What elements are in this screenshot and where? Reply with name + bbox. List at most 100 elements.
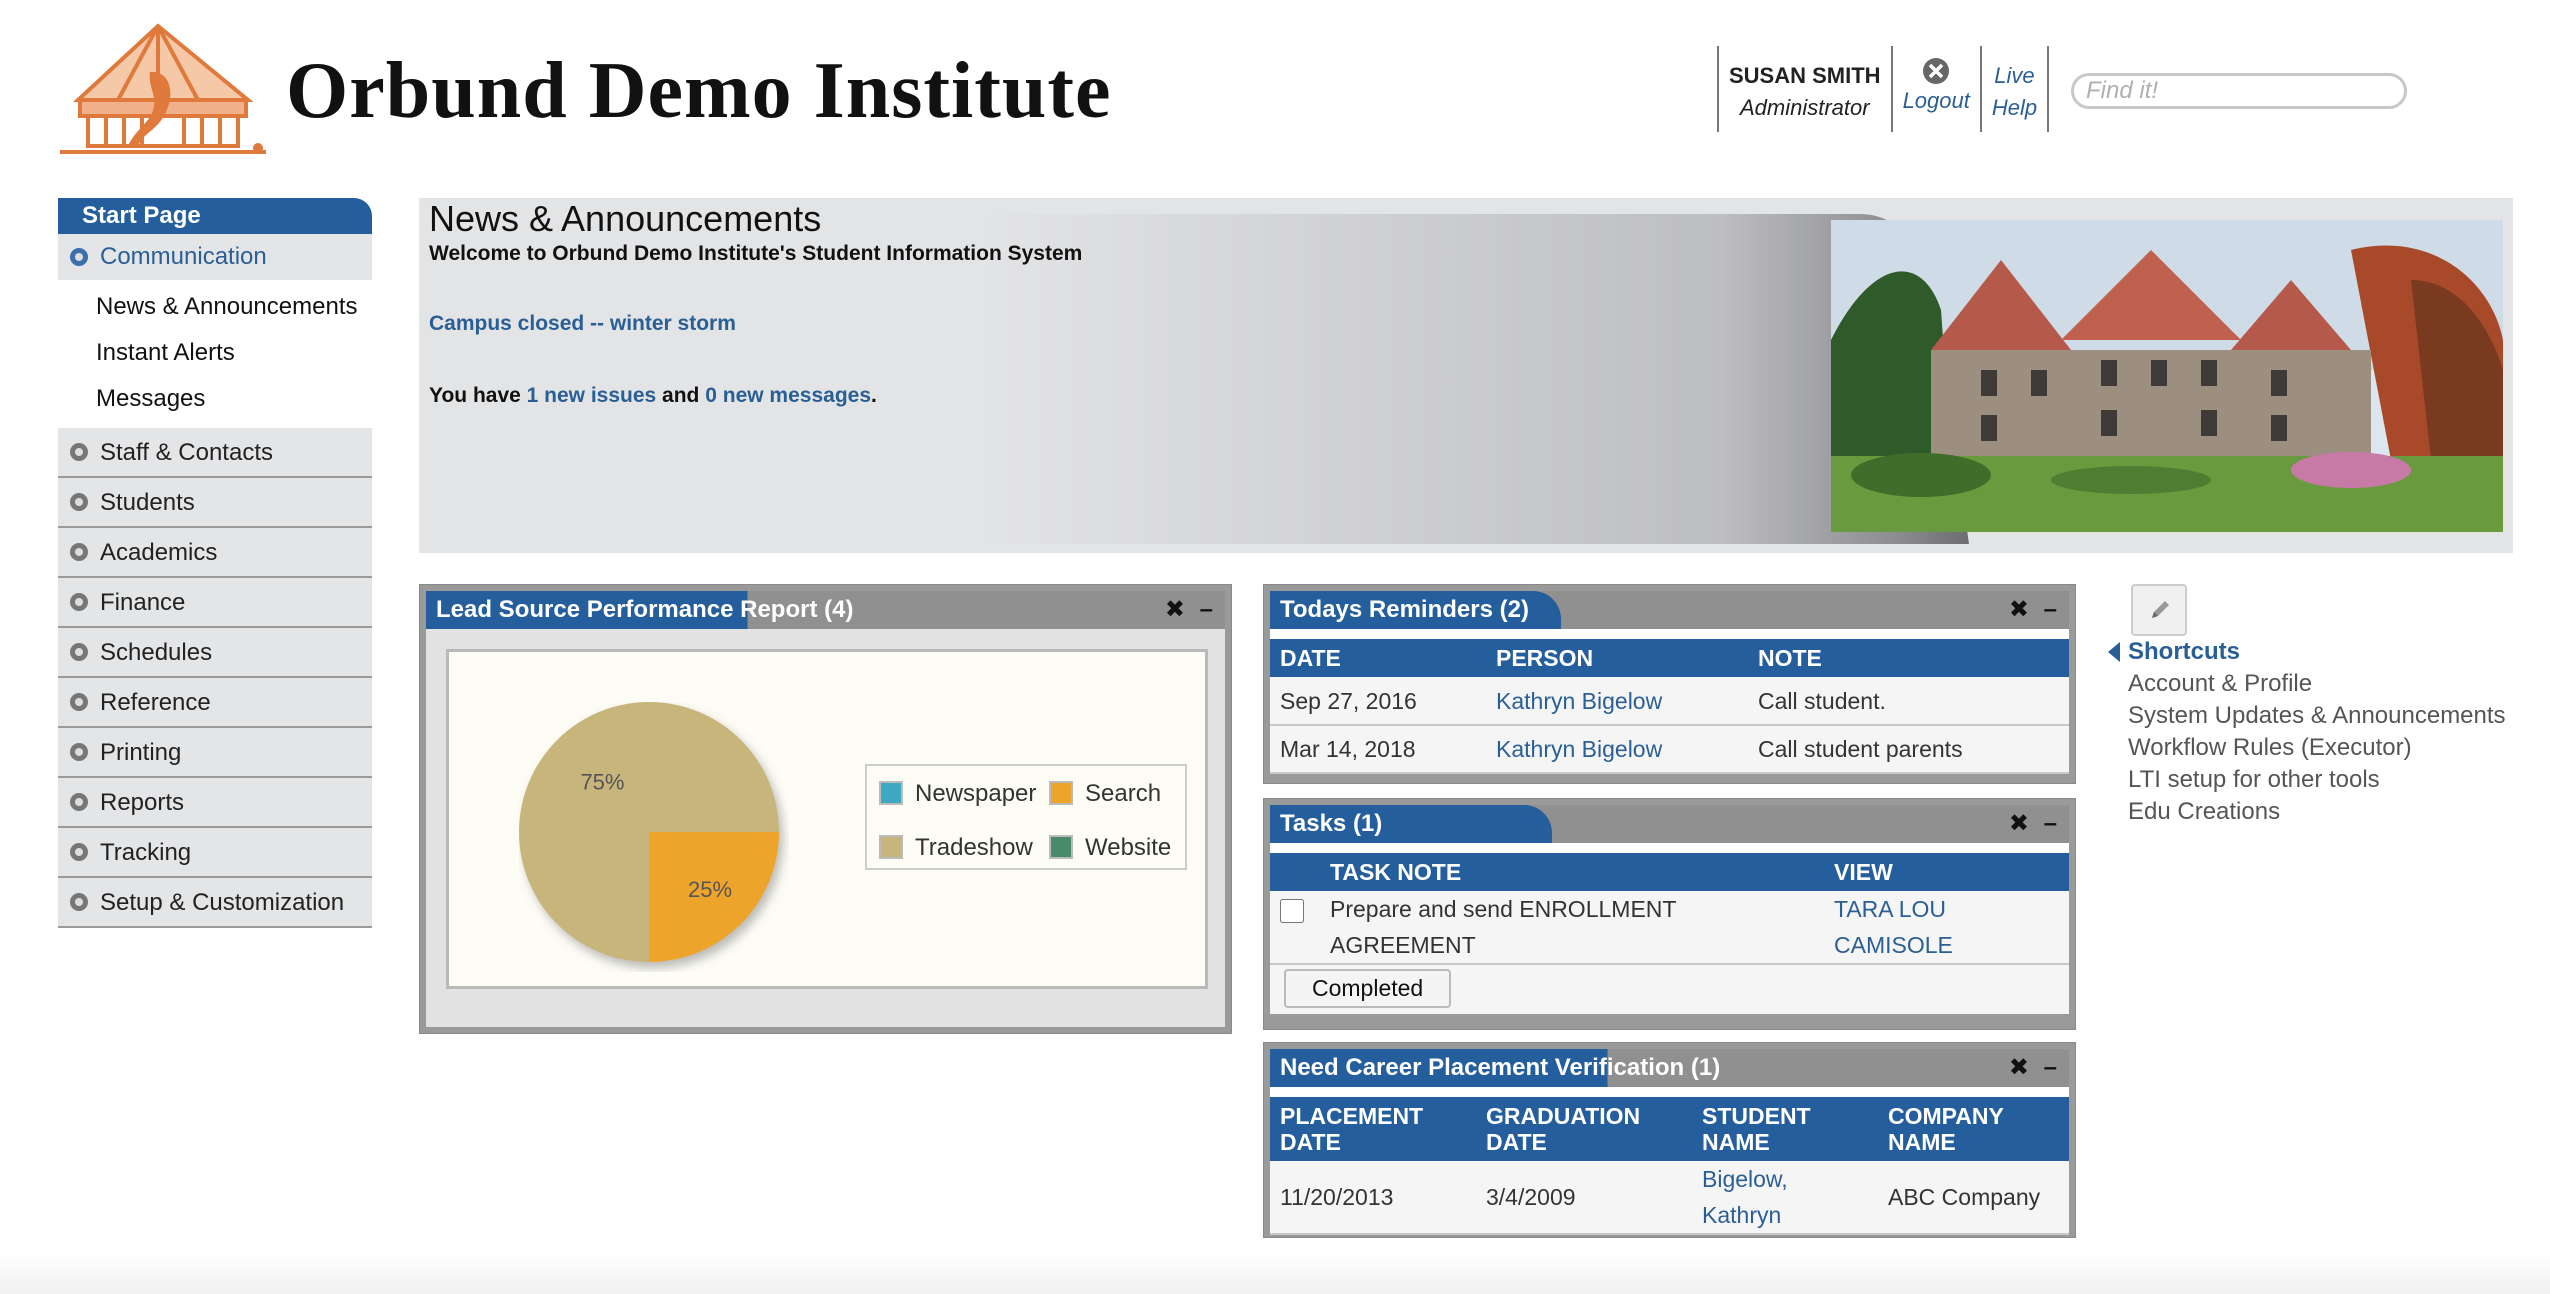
- column-header-graduation-date: GRADUATION DATE: [1476, 1097, 1692, 1161]
- close-circle-icon[interactable]: [1921, 56, 1951, 86]
- cell-note: Call student.: [1748, 677, 2069, 726]
- logout-button[interactable]: Logout: [1890, 46, 1980, 132]
- column-header-view: VIEW: [1824, 853, 2069, 891]
- nav-group-label: Printing: [100, 739, 182, 766]
- nav-group-label: Setup & Customization: [100, 889, 345, 916]
- new-messages-link[interactable]: 0 new messages: [705, 384, 871, 407]
- shortcut-workflow-rules[interactable]: Workflow Rules (Executor): [2108, 732, 2506, 764]
- table-header-row: PLACEMENT DATE GRADUATION DATE STUDENT N…: [1270, 1097, 2069, 1161]
- cell-view-link[interactable]: TARA LOU CAMISOLE: [1824, 891, 2069, 965]
- nav-group-staff[interactable]: Staff & Contacts: [58, 428, 372, 478]
- nav-group-setup[interactable]: Setup & Customization: [58, 878, 372, 928]
- bullet-icon: [70, 843, 88, 861]
- widget-body: TASK NOTE VIEW Prepare and send ENROLLME…: [1270, 843, 2069, 1014]
- nav-group-tracking[interactable]: Tracking: [58, 828, 372, 878]
- column-header-task-note: TASK NOTE: [1314, 853, 1824, 891]
- nav-group-schedules[interactable]: Schedules: [58, 628, 372, 678]
- legend-label: Search: [1085, 780, 1162, 807]
- widget-header: Tasks (1) ✖ –: [1270, 805, 2069, 843]
- bullet-icon: [70, 693, 88, 711]
- minimize-icon[interactable]: –: [1200, 598, 1213, 622]
- nav-group-label: Tracking: [100, 839, 192, 866]
- legend-swatch: [879, 781, 903, 805]
- reminders-widget: Todays Reminders (2) ✖ – DATE PERSON NOT…: [1263, 584, 2076, 784]
- live-help-link[interactable]: Live Help: [1979, 46, 2050, 132]
- bullet-icon: [70, 593, 88, 611]
- news-welcome-text: Welcome to Orbund Demo Institute's Stude…: [429, 242, 1083, 265]
- table-header-row: TASK NOTE VIEW: [1270, 853, 2069, 891]
- bullet-icon: [70, 793, 88, 811]
- nav-group-academics[interactable]: Academics: [58, 528, 372, 578]
- widget-body: 75% 25% Newspaper Search Tradeshow Websi…: [426, 629, 1225, 1027]
- cell-date: Mar 14, 2018: [1270, 725, 1486, 774]
- table-row: Mar 14, 2018 Kathryn Bigelow Call studen…: [1270, 725, 2069, 774]
- widget-title: Todays Reminders (2): [1270, 591, 1561, 629]
- issues-middle: and: [656, 384, 706, 407]
- shortcut-lti-setup[interactable]: LTI setup for other tools: [2108, 764, 2506, 796]
- widget-title: Tasks (1): [1270, 805, 1553, 843]
- widget-header: Todays Reminders (2) ✖ –: [1270, 591, 2069, 629]
- nav-group-communication[interactable]: Communication: [58, 234, 372, 280]
- nav-item-news[interactable]: News & Announcements: [58, 284, 372, 330]
- nav-group-students[interactable]: Students: [58, 478, 372, 528]
- legend-label: Tradeshow: [915, 834, 1033, 861]
- bullet-icon: [70, 643, 88, 661]
- nav-group-reports[interactable]: Reports: [58, 778, 372, 828]
- widget-body: PLACEMENT DATE GRADUATION DATE STUDENT N…: [1270, 1087, 2069, 1235]
- campus-photo: [1831, 220, 2503, 532]
- legend-label: Website: [1085, 834, 1172, 861]
- slice-label-search: 25%: [688, 877, 732, 902]
- user-role: Administrator: [1739, 95, 1870, 120]
- nav-submenu: News & Announcements Instant Alerts Mess…: [58, 280, 372, 428]
- announcement-link[interactable]: Campus closed -- winter storm: [429, 312, 736, 336]
- nav-group-label: Communication: [100, 243, 267, 270]
- nav-item-messages[interactable]: Messages: [58, 376, 372, 422]
- shortcut-account-profile[interactable]: Account & Profile: [2108, 668, 2506, 700]
- close-icon[interactable]: ✖: [2009, 598, 2029, 622]
- shortcuts-title[interactable]: Shortcuts: [2108, 636, 2506, 668]
- column-header-person: PERSON: [1486, 639, 1748, 677]
- cell-checkbox: [1270, 891, 1314, 965]
- live-help-line1[interactable]: Live: [1992, 60, 2037, 92]
- cell-person-link[interactable]: Kathryn Bigelow: [1486, 725, 1748, 774]
- bullet-icon: [70, 893, 88, 911]
- nav-header[interactable]: Start Page: [58, 198, 372, 234]
- live-help-line2[interactable]: Help: [1992, 92, 2037, 124]
- minimize-icon[interactable]: –: [2044, 812, 2057, 836]
- shortcut-edu-creations[interactable]: Edu Creations: [2108, 796, 2506, 828]
- nav-group-reference[interactable]: Reference: [58, 678, 372, 728]
- shortcut-system-updates[interactable]: System Updates & Announcements: [2108, 700, 2506, 732]
- nav-group-printing[interactable]: Printing: [58, 728, 372, 778]
- chart-legend: Newspaper Search Tradeshow Website: [865, 764, 1187, 870]
- completed-button[interactable]: Completed: [1284, 969, 1452, 1008]
- logout-link[interactable]: Logout: [1903, 86, 1970, 116]
- edit-shortcuts-button[interactable]: [2131, 584, 2187, 636]
- legend-item-newspaper: Newspaper: [879, 780, 1036, 808]
- column-header-date: DATE: [1270, 639, 1486, 677]
- new-issues-link[interactable]: 1 new issues: [527, 384, 657, 407]
- legend-item-website: Website: [1049, 834, 1171, 862]
- task-checkbox[interactable]: [1280, 899, 1304, 923]
- search-input[interactable]: [2071, 73, 2407, 109]
- close-icon[interactable]: ✖: [2009, 1056, 2029, 1080]
- cell-person-link[interactable]: Kathryn Bigelow: [1486, 677, 1748, 726]
- nav-group-label: Schedules: [100, 639, 213, 666]
- nav-group-finance[interactable]: Finance: [58, 578, 372, 628]
- minimize-icon[interactable]: –: [2044, 598, 2057, 622]
- cell-note: Call student parents: [1748, 725, 2069, 774]
- nav-group-label: Students: [100, 489, 195, 516]
- cell-task-note: Prepare and send ENROLLMENT AGREEMENT: [1314, 891, 1824, 965]
- tasks-footer: Completed: [1270, 965, 2069, 1014]
- close-icon[interactable]: ✖: [1165, 598, 1185, 622]
- user-panel: SUSAN SMITH Administrator Logout Live He…: [1717, 46, 2050, 132]
- column-header-company-name: COMPANY NAME: [1878, 1097, 2069, 1161]
- legend-swatch: [1049, 781, 1073, 805]
- nav-item-instant-alerts[interactable]: Instant Alerts: [58, 330, 372, 376]
- close-icon[interactable]: ✖: [2009, 812, 2029, 836]
- nav-group-label: Reference: [100, 689, 211, 716]
- legend-label: Newspaper: [915, 780, 1037, 807]
- cell-student-link[interactable]: Bigelow, Kathryn: [1692, 1161, 1878, 1235]
- minimize-icon[interactable]: –: [2044, 1056, 2057, 1080]
- column-header-placement-date: PLACEMENT DATE: [1270, 1097, 1476, 1161]
- legend-swatch: [1049, 835, 1073, 859]
